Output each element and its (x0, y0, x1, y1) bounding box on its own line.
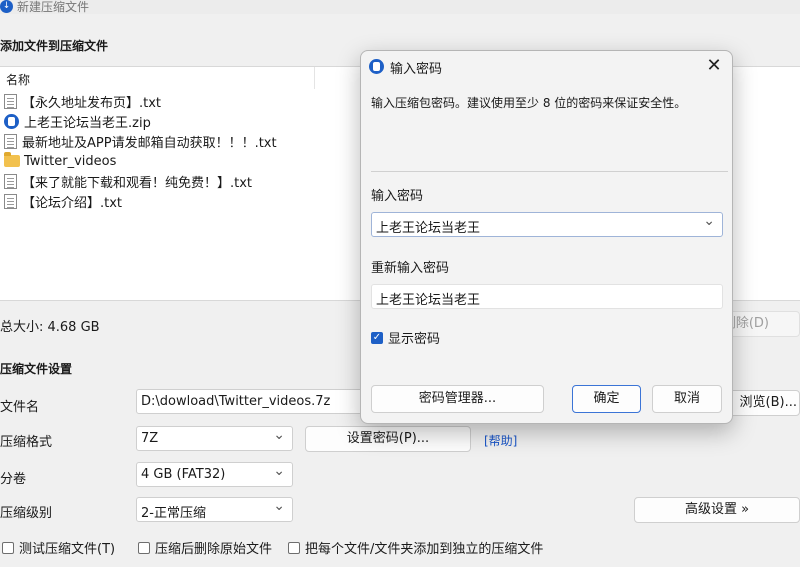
app-logo-icon: ↓ (0, 0, 13, 13)
folder-icon (4, 152, 20, 167)
file-name: Twitter_videos (24, 153, 117, 169)
file-list-item[interactable]: 【论坛介绍】.txt (4, 191, 277, 211)
column-header-label: 名称 (6, 73, 31, 87)
file-name: 【永久地址发布页】.txt (22, 95, 162, 111)
file-name: 上老王论坛当老王.zip (24, 115, 151, 131)
browse-button[interactable]: 浏览(B)... (725, 390, 800, 416)
password-manager-button[interactable]: 密码管理器... (371, 385, 544, 413)
file-list-item[interactable]: Twitter_videos (4, 151, 277, 171)
compression-level-select[interactable]: 2-正常压缩 (136, 497, 293, 522)
show-password-checkbox[interactable]: ✓ 显示密码 (371, 328, 440, 347)
cancel-button[interactable]: 取消 (652, 385, 722, 413)
file-name: 最新地址及APP请发邮箱自动获取！！！.txt (22, 135, 277, 151)
column-header-name[interactable]: 名称 (0, 67, 315, 89)
text-file-icon (4, 133, 17, 149)
close-icon[interactable]: ✕ (704, 56, 724, 76)
file-name: 【来了就能下载和观看！纯免费！】.txt (22, 175, 253, 191)
set-password-button[interactable]: 设置密码(P)... (305, 426, 471, 452)
checkbox-label: 测试压缩文件(T) (19, 542, 116, 557)
checkbox-box (138, 541, 150, 554)
compression-level-label: 压缩级别 (0, 506, 53, 521)
text-file-icon (4, 193, 17, 209)
total-size-text: 总大小: 4.68 GB (0, 320, 100, 335)
split-label: 分卷 (0, 472, 27, 487)
checkbox-box (288, 541, 300, 554)
format-select[interactable]: 7Z (136, 426, 293, 451)
file-list-item[interactable]: 【来了就能下载和观看！纯免费！】.txt (4, 171, 277, 191)
format-label: 压缩格式 (0, 435, 53, 450)
delete-after-compress-checkbox[interactable]: 压缩后删除原始文件 (138, 538, 272, 557)
file-rows: 【永久地址发布页】.txt 上老王论坛当老王.zip 最新地址及APP请发邮箱自动获… (4, 91, 277, 211)
password-input[interactable]: 上老王论坛当老王 (371, 212, 723, 237)
dialog-title: 输入密码 (390, 62, 443, 77)
checkmark-icon: ✓ (371, 331, 383, 344)
divider (371, 171, 728, 172)
file-list-item[interactable]: 上老王论坛当老王.zip (4, 111, 277, 131)
settings-heading: 压缩文件设置 (0, 362, 73, 376)
separate-archives-checkbox[interactable]: 把每个文件/文件夹添加到独立的压缩文件 (288, 538, 543, 557)
file-list-item[interactable]: 【永久地址发布页】.txt (4, 91, 277, 111)
dialog-titlebar: 输入密码 ✕ (361, 51, 732, 83)
window-title: 新建压缩文件 (17, 0, 90, 14)
password-label: 输入密码 (371, 189, 424, 204)
zip-file-icon (4, 113, 19, 129)
confirm-password-label: 重新输入密码 (371, 261, 450, 276)
file-list-item[interactable]: 最新地址及APP请发邮箱自动获取！！！.txt (4, 131, 277, 151)
dialog-app-icon (369, 59, 384, 74)
split-volume-select[interactable]: 4 GB (FAT32) (136, 462, 293, 487)
checkbox-label: 压缩后删除原始文件 (155, 542, 273, 557)
advanced-settings-button[interactable]: 高级设置 » (634, 497, 800, 523)
file-name: 【论坛介绍】.txt (22, 195, 123, 211)
checkbox-label: 把每个文件/文件夹添加到独立的压缩文件 (305, 542, 544, 557)
text-file-icon (4, 93, 17, 109)
password-dialog: 输入密码 ✕ 输入压缩包密码。建议使用至少 8 位的密码来保证安全性。 输入密码… (360, 50, 733, 424)
window-titlebar: ↓ 新建压缩文件 (0, 0, 800, 14)
help-link[interactable]: [帮助] (484, 432, 517, 449)
confirm-password-input[interactable]: 上老王论坛当老王 (371, 284, 723, 309)
filename-input[interactable]: D:\dowload\Twitter_videos.7z (136, 389, 366, 414)
ok-button[interactable]: 确定 (572, 385, 641, 413)
checkbox-label: 显示密码 (388, 332, 441, 347)
checkbox-box (2, 541, 14, 554)
text-file-icon (4, 173, 17, 189)
filename-label: 文件名 (0, 400, 40, 415)
add-files-heading: 添加文件到压缩文件 (0, 39, 109, 53)
test-archive-checkbox[interactable]: 测试压缩文件(T) (2, 538, 115, 557)
dialog-description: 输入压缩包密码。建议使用至少 8 位的密码来保证安全性。 (371, 96, 687, 110)
